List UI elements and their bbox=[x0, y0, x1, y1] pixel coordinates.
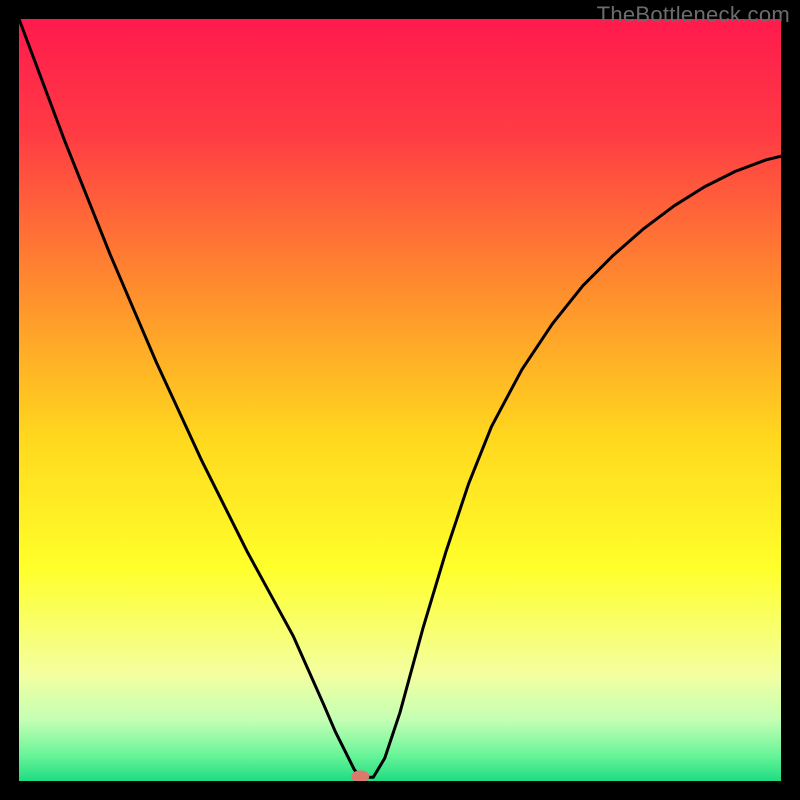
chart-svg bbox=[19, 19, 781, 781]
gradient-background bbox=[19, 19, 781, 781]
bottleneck-chart bbox=[19, 19, 781, 781]
watermark-text: TheBottleneck.com bbox=[597, 2, 790, 28]
chart-frame: TheBottleneck.com bbox=[0, 0, 800, 800]
